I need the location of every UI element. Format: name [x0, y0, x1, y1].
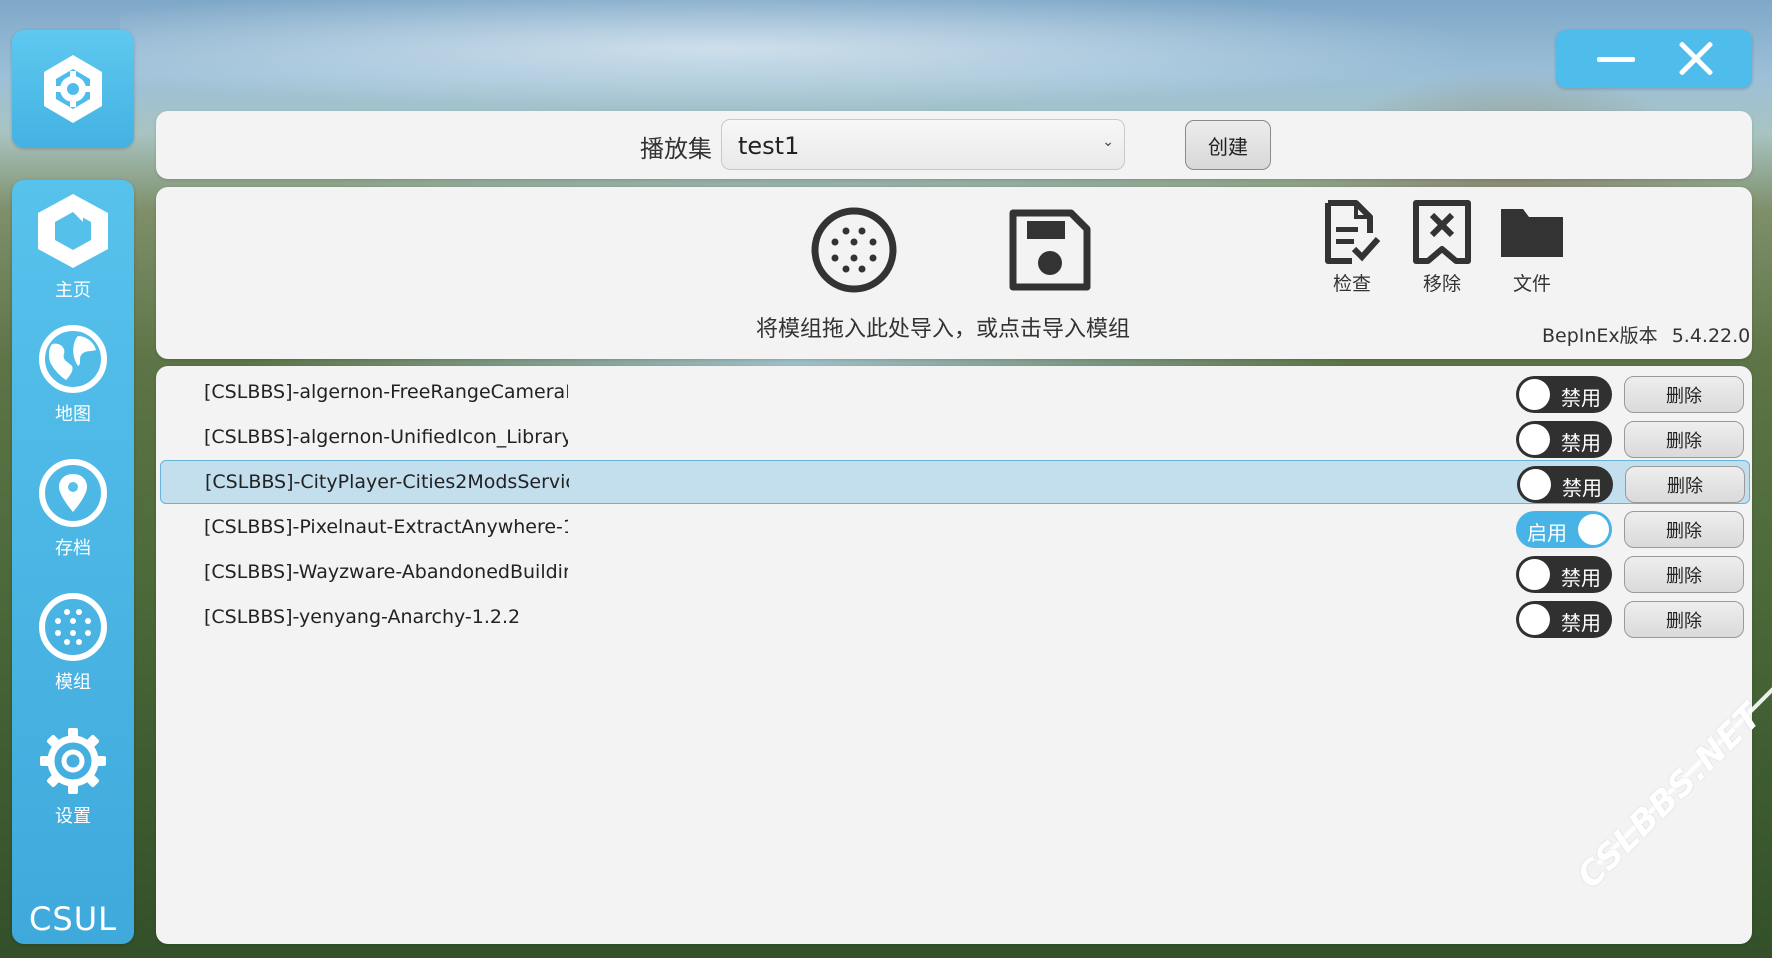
toggle-knob — [1519, 379, 1550, 410]
bepinex-label: BepInEx版本 — [1542, 325, 1658, 347]
sidebar-item-map[interactable]: 地图 — [12, 324, 134, 426]
delete-button[interactable]: 删除 — [1624, 421, 1744, 458]
sidebar-item-label: 地图 — [55, 404, 91, 425]
save-icon[interactable] — [1009, 209, 1091, 291]
delete-button[interactable]: 删除 — [1624, 556, 1744, 593]
mod-row[interactable]: [CSLBBS]-Pixelnaut-ExtractAnywhere-1.0.2… — [160, 506, 1750, 550]
gear-icon — [40, 728, 106, 794]
window-controls — [1556, 30, 1752, 88]
create-button[interactable]: 创建 — [1185, 120, 1271, 170]
toggle-knob — [1520, 469, 1551, 500]
globe-icon — [39, 325, 107, 393]
toggle-label: 禁用 — [1562, 476, 1602, 500]
dots-circle-icon — [39, 593, 107, 661]
mod-toggle[interactable]: 禁用 — [1517, 466, 1613, 503]
location-pin-icon — [39, 459, 107, 527]
check-button[interactable]: 检查 — [1312, 199, 1392, 296]
mod-list: [CSLBBS]-algernon-FreeRangeCameraLite- 禁… — [156, 366, 1752, 944]
mod-name: [CSLBBS]-algernon-UnifiedIcon_Library-1.… — [204, 426, 568, 448]
sidebar-item-mods[interactable]: 模组 — [12, 592, 134, 694]
mod-name: [CSLBBS]-yenyang-Anarchy-1.2.2 — [204, 606, 521, 628]
mod-name: [CSLBBS]-algernon-FreeRangeCameraLite- — [204, 381, 568, 403]
delete-button[interactable]: 删除 — [1624, 511, 1744, 548]
toggle-knob — [1519, 604, 1550, 635]
mod-toggle[interactable]: 启用 — [1516, 511, 1612, 548]
folder-icon — [1501, 209, 1563, 257]
playlist-selected-value: test1 — [738, 132, 800, 160]
delete-button[interactable]: 删除 — [1624, 376, 1744, 413]
delete-button[interactable]: 删除 — [1625, 466, 1745, 503]
app-logo — [12, 30, 134, 148]
remove-button[interactable]: 移除 — [1402, 199, 1482, 296]
files-button[interactable]: 文件 — [1492, 199, 1572, 296]
chevron-down-icon: ⌄ — [1102, 134, 1114, 150]
mod-row[interactable]: [CSLBBS]-algernon-UnifiedIcon_Library-1.… — [160, 416, 1750, 460]
files-label: 文件 — [1512, 273, 1551, 295]
import-drop-zone[interactable]: 将模组拖入此处导入，或点击导入模组 检查 移除 文件 BepInEx版本 5.4… — [156, 187, 1752, 359]
toggle-label: 禁用 — [1561, 431, 1601, 455]
app-window: 主页 地图 存档 模组 设置 CSUL 播放集 test1 ⌄ 创建 将模组拖入… — [0, 0, 1772, 958]
sidebar-item-home[interactable]: 主页 — [12, 192, 134, 302]
import-hint: 将模组拖入此处导入，或点击导入模组 — [756, 317, 1131, 342]
check-label: 检查 — [1332, 273, 1371, 295]
document-check-icon — [1325, 200, 1381, 264]
mod-toggle[interactable]: 禁用 — [1516, 556, 1612, 593]
mod-name: [CSLBBS]-Wayzware-AbandonedBuildingR — [204, 561, 568, 583]
remove-x-icon — [1413, 200, 1471, 264]
mod-row-selected[interactable]: [CSLBBS]-CityPlayer-Cities2ModsServiceV(… — [160, 460, 1750, 504]
sidebar-item-label: 主页 — [55, 280, 91, 301]
mod-toggle[interactable]: 禁用 — [1516, 376, 1612, 413]
playlist-bar: 播放集 test1 ⌄ 创建 — [156, 111, 1752, 179]
mod-toggle[interactable]: 禁用 — [1516, 421, 1612, 458]
toggle-knob — [1519, 559, 1550, 590]
sidebar: 主页 地图 存档 模组 设置 CSUL — [12, 180, 134, 944]
brand-label: CSUL — [29, 900, 117, 938]
bepinex-version: BepInEx版本 5.4.22.0 — [1542, 321, 1750, 348]
playlist-select[interactable]: test1 ⌄ — [721, 119, 1125, 170]
mod-row[interactable]: [CSLBBS]-Wayzware-AbandonedBuildingR 禁用 … — [160, 551, 1750, 595]
sidebar-item-settings[interactable]: 设置 — [12, 726, 134, 828]
sidebar-item-label: 设置 — [55, 806, 91, 827]
sidebar-item-saves[interactable]: 存档 — [12, 458, 134, 560]
toggle-knob — [1578, 514, 1609, 545]
minimize-icon[interactable] — [1582, 30, 1652, 88]
toggle-label: 禁用 — [1561, 386, 1601, 410]
delete-button[interactable]: 删除 — [1624, 601, 1744, 638]
sidebar-item-label: 存档 — [55, 538, 91, 559]
remove-label: 移除 — [1422, 273, 1461, 295]
mod-name: [CSLBBS]-Pixelnaut-ExtractAnywhere-1.0.2 — [204, 516, 568, 538]
cities-logo-gear-icon — [44, 55, 102, 123]
mod-row[interactable]: [CSLBBS]-algernon-FreeRangeCameraLite- 禁… — [160, 371, 1750, 415]
toggle-label: 启用 — [1527, 521, 1567, 545]
import-mods-icon[interactable] — [809, 205, 899, 295]
sidebar-item-label: 模组 — [55, 672, 91, 693]
toggle-label: 禁用 — [1561, 611, 1601, 635]
bepinex-version-value: 5.4.22.0 — [1671, 325, 1751, 347]
close-icon[interactable] — [1660, 30, 1730, 88]
toggle-label: 禁用 — [1561, 566, 1601, 590]
playlist-label: 播放集 — [640, 135, 712, 163]
mod-toggle[interactable]: 禁用 — [1516, 601, 1612, 638]
home-hexagon-icon — [38, 194, 108, 268]
mod-row[interactable]: [CSLBBS]-yenyang-Anarchy-1.2.2 禁用 删除 — [160, 596, 1750, 640]
toggle-knob — [1519, 424, 1550, 455]
mod-name: [CSLBBS]-CityPlayer-Cities2ModsServiceV( — [205, 471, 569, 493]
